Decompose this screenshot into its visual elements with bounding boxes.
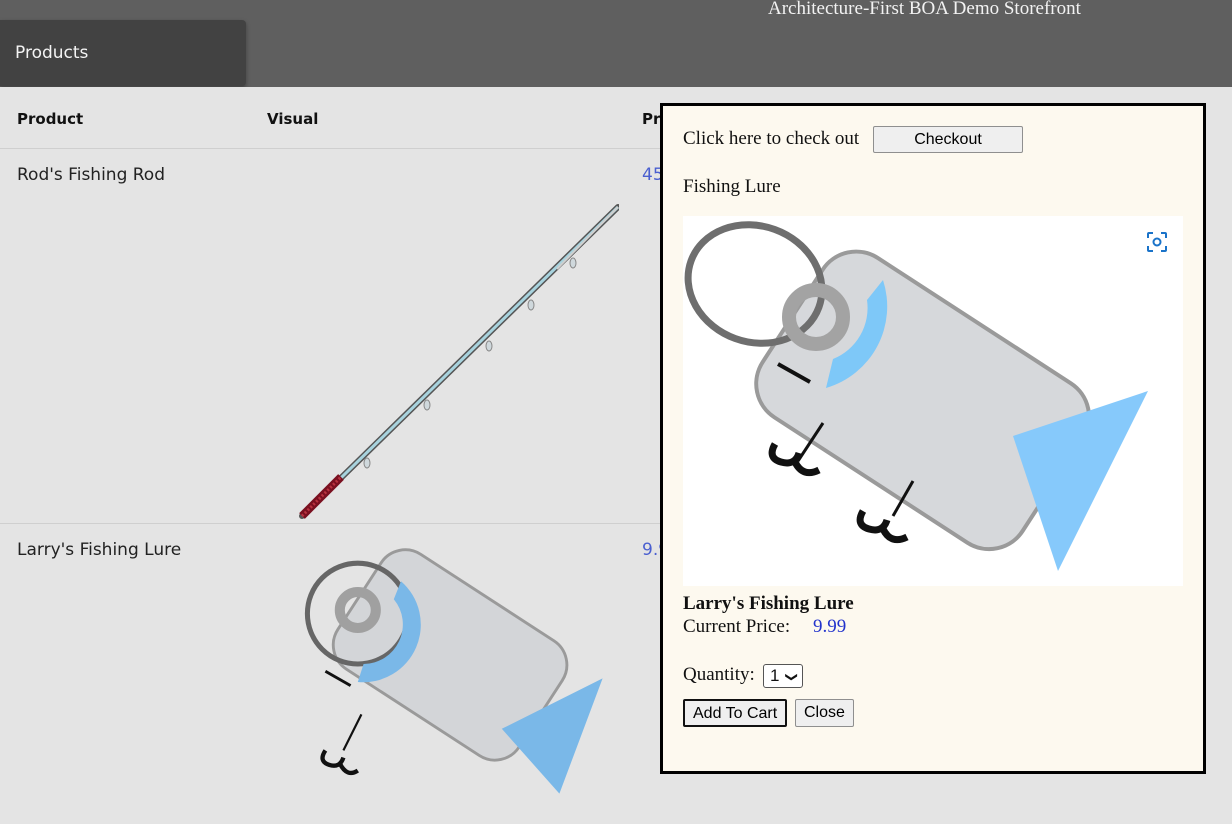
product-image xyxy=(683,216,1183,586)
checkout-button[interactable]: Checkout xyxy=(873,126,1023,153)
product-detail-modal: Click here to check out Checkout Fishing… xyxy=(660,103,1206,774)
product-name: Larry's Fishing Lure xyxy=(17,540,182,560)
product-name: Rod's Fishing Rod xyxy=(17,165,166,185)
fishing-rod-image xyxy=(299,204,619,519)
quantity-select[interactable]: 1 ❯ xyxy=(763,664,803,688)
column-header-visual: Visual xyxy=(267,110,319,128)
fishing-lure-image xyxy=(684,221,1148,571)
quantity-value: 1 xyxy=(770,666,780,685)
add-to-cart-button[interactable]: Add To Cart xyxy=(683,699,788,727)
quantity-label: Quantity: xyxy=(683,664,755,685)
checkout-prompt: Click here to check out xyxy=(683,128,860,149)
column-header-product: Product xyxy=(17,110,84,128)
current-price-label: Current Price: xyxy=(683,616,791,637)
fishing-lure-image xyxy=(304,548,603,794)
visual-search-icon[interactable] xyxy=(1145,230,1169,254)
nav-tab-products[interactable]: Products xyxy=(0,20,246,86)
current-price-value: 9.99 xyxy=(813,616,847,637)
close-button[interactable]: Close xyxy=(795,699,854,727)
chevron-down-icon: ❯ xyxy=(784,671,799,683)
modal-product-title: Fishing Lure xyxy=(683,176,781,197)
modal-product-name: Larry's Fishing Lure xyxy=(683,593,854,614)
top-header: Architecture-First BOA Demo Storefront P… xyxy=(0,0,1232,87)
site-title: Architecture-First BOA Demo Storefront xyxy=(768,0,1081,19)
